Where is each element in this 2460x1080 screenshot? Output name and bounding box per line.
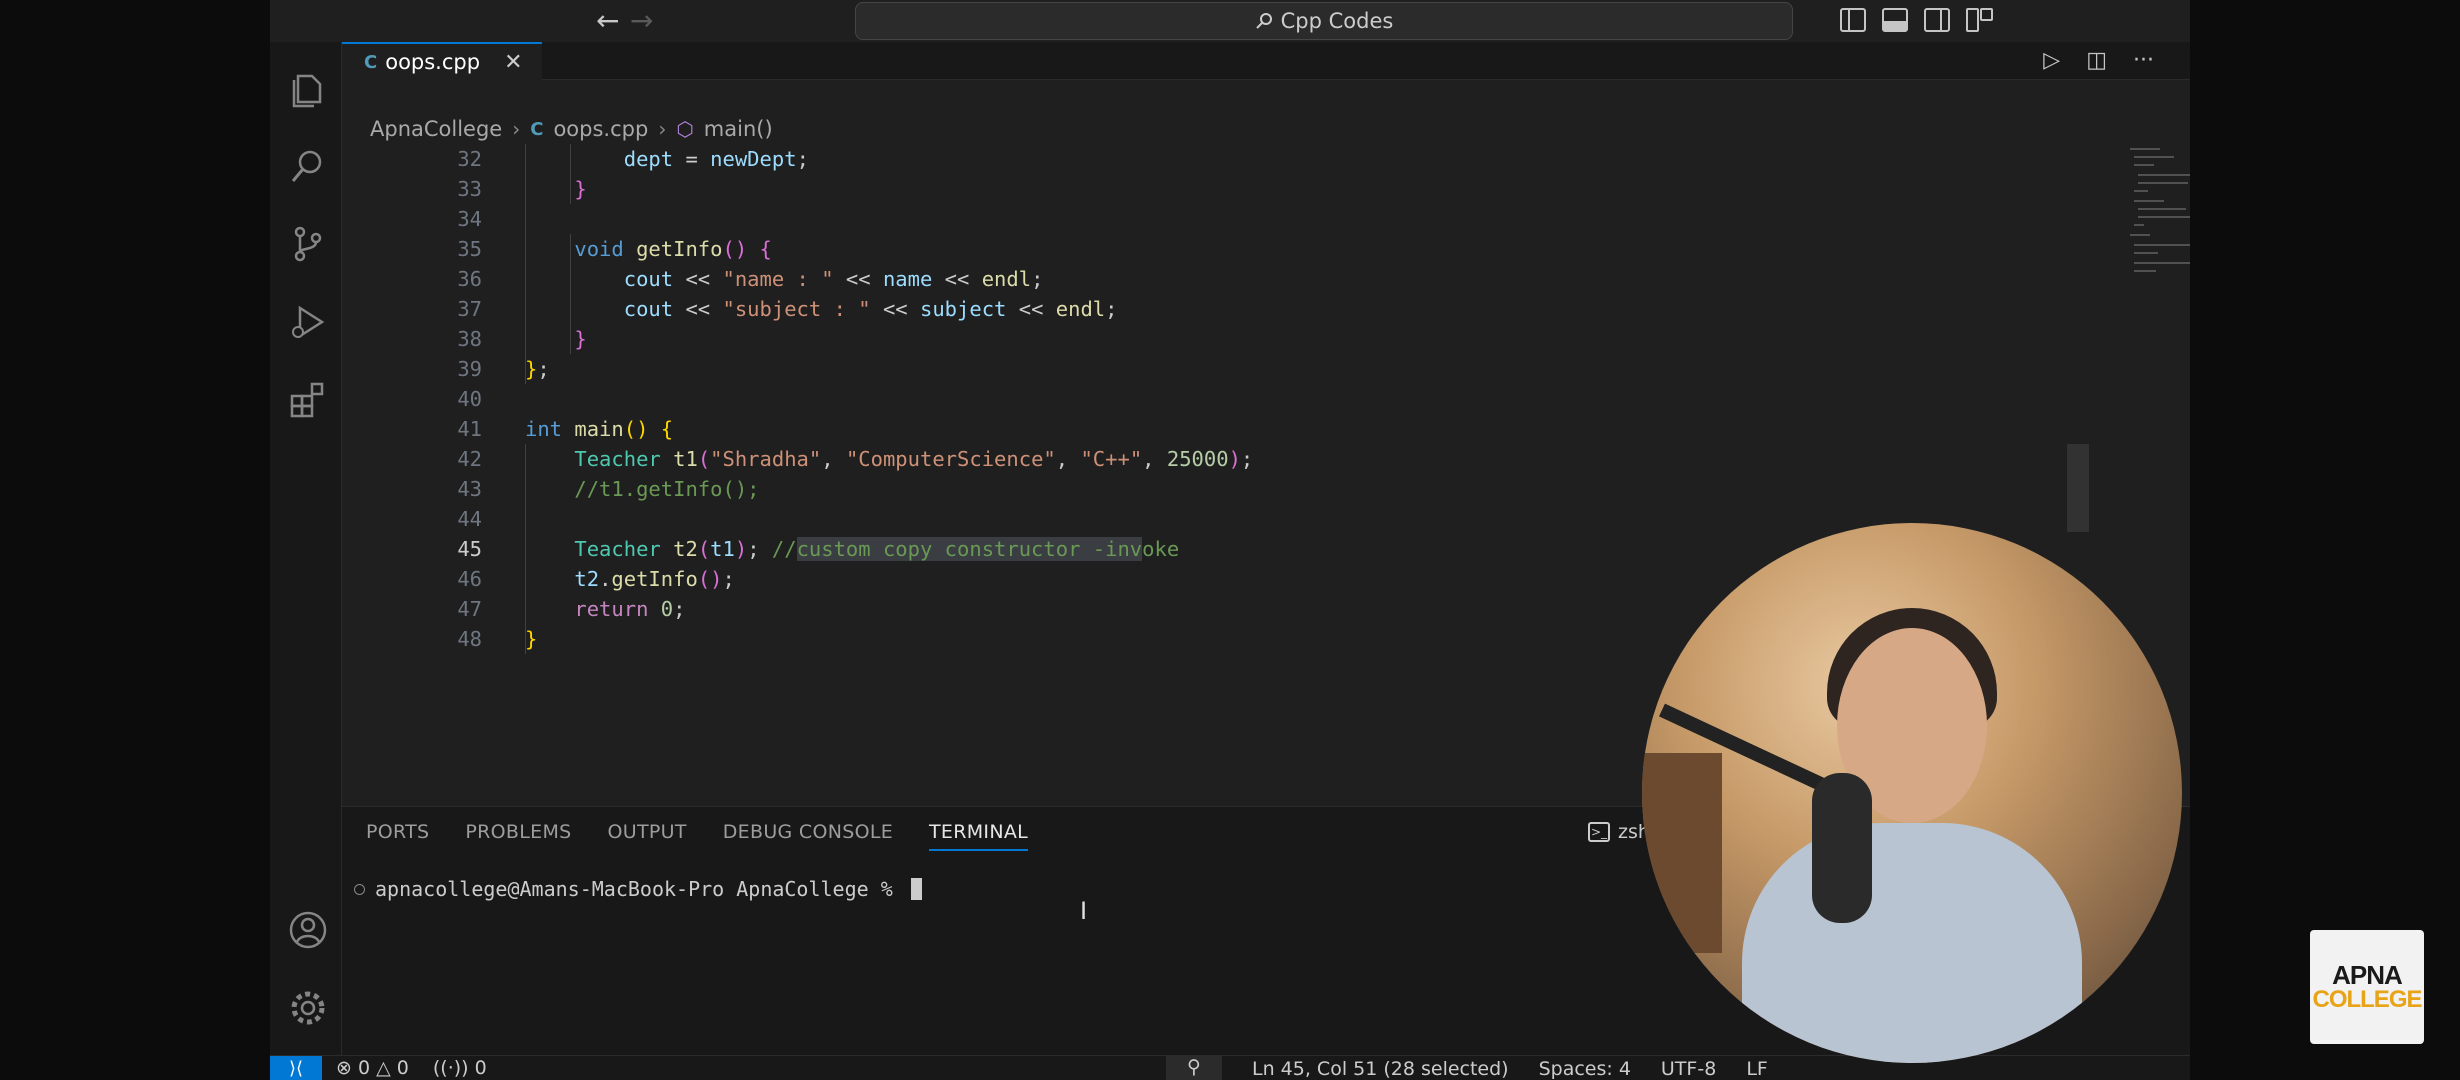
- mouse-ibeam-cursor-icon: I: [1080, 897, 1088, 925]
- tab-terminal[interactable]: TERMINAL: [929, 821, 1029, 851]
- title-bar: ← → Cpp Codes: [270, 0, 2190, 42]
- extensions-icon[interactable]: [288, 380, 328, 420]
- terminal-prompt-text: apnacollege@Amans-MacBook-Pro ApnaColleg…: [375, 877, 893, 901]
- code-line: 33 }: [457, 177, 587, 201]
- tab-label: oops.cpp: [385, 50, 481, 74]
- minimap[interactable]: [2130, 144, 2190, 284]
- customize-layout-icon[interactable]: [1966, 8, 1993, 32]
- warning-icon: △: [376, 1057, 391, 1079]
- broadcast-icon: ((·)): [432, 1057, 469, 1079]
- activity-bar: [270, 42, 342, 1055]
- apna-college-logo: APNA COLLEGE: [2310, 930, 2424, 1044]
- terminal-prompt[interactable]: apnacollege@Amans-MacBook-Pro ApnaColleg…: [354, 877, 922, 901]
- encoding-status[interactable]: UTF-8: [1661, 1058, 1716, 1080]
- command-center-search[interactable]: Cpp Codes: [855, 2, 1793, 40]
- code-line: 32 dept = newDept;: [457, 147, 809, 171]
- toggle-panel-icon[interactable]: [1882, 8, 1908, 32]
- run-icon[interactable]: ▷: [2043, 48, 2060, 73]
- back-arrow-icon[interactable]: ←: [596, 6, 619, 36]
- remote-indicator-icon[interactable]: ⟩⟨: [270, 1056, 322, 1080]
- terminal-cursor: [910, 878, 922, 900]
- account-icon[interactable]: [288, 910, 328, 950]
- forward-arrow-icon[interactable]: →: [630, 6, 653, 36]
- error-icon: ⊗: [336, 1057, 352, 1079]
- run-and-debug-icon[interactable]: [288, 302, 328, 342]
- explorer-icon[interactable]: [288, 68, 328, 108]
- search-icon: [1255, 13, 1272, 29]
- command-center-label: Cpp Codes: [1280, 9, 1394, 33]
- toggle-primary-sidebar-icon[interactable]: [1840, 8, 1866, 32]
- tab-ports[interactable]: PORTS: [366, 821, 429, 851]
- terminal-icon: >_: [1588, 822, 1610, 842]
- editor-tab-bar: C oops.cpp ✕ ▷ ◫ ···: [342, 42, 2190, 80]
- code-line: 44: [457, 507, 482, 531]
- code-line: 38 }: [457, 327, 587, 351]
- code-line: 35 void getInfo() {: [457, 237, 772, 261]
- tab-debug-console[interactable]: DEBUG CONSOLE: [723, 821, 893, 851]
- tab-output[interactable]: OUTPUT: [608, 821, 687, 851]
- video-letterbox-left: [0, 0, 270, 1080]
- breadcrumb-symbol[interactable]: main(): [704, 117, 773, 141]
- tab-oops-cpp[interactable]: C oops.cpp ✕: [342, 42, 542, 80]
- breadcrumb-file[interactable]: oops.cpp: [553, 117, 648, 141]
- ports-count: 0: [474, 1057, 487, 1079]
- error-count: 0: [357, 1057, 371, 1079]
- code-line: 43 //t1.getInfo();: [457, 477, 760, 501]
- editor-scrollbar[interactable]: [2067, 444, 2089, 532]
- cursor-position[interactable]: Ln 45, Col 51 (28 selected): [1252, 1058, 1509, 1080]
- command-decoration-icon: [354, 883, 365, 895]
- chevron-right-icon: ›: [658, 117, 667, 141]
- method-cube-icon: ⬡: [676, 117, 694, 141]
- toggle-secondary-sidebar-icon[interactable]: [1924, 8, 1950, 32]
- problems-status[interactable]: ⊗ 0 △ 0: [336, 1057, 409, 1079]
- settings-gear-icon[interactable]: [288, 988, 328, 1028]
- split-editor-icon[interactable]: ◫: [2086, 48, 2107, 73]
- cpp-file-icon: C: [530, 118, 544, 140]
- indentation-status[interactable]: Spaces: 4: [1539, 1058, 1631, 1080]
- warning-count: 0: [396, 1057, 409, 1079]
- more-actions-icon[interactable]: ···: [2133, 48, 2154, 73]
- code-line: 37 cout << "subject : " << subject << en…: [457, 297, 1118, 321]
- microphone-icon: [1812, 773, 1872, 923]
- breadcrumb: ApnaCollege › C oops.cpp › ⬡ main(): [370, 114, 773, 144]
- panel-tabs: PORTS PROBLEMS OUTPUT DEBUG CONSOLE TERM…: [366, 821, 1029, 851]
- code-line: 39};: [457, 357, 550, 381]
- zoom-icon[interactable]: ⚲: [1166, 1056, 1222, 1080]
- code-line: 36 cout << "name : " << name << endl;: [457, 267, 1044, 291]
- breadcrumb-folder[interactable]: ApnaCollege: [370, 117, 502, 141]
- source-control-icon[interactable]: [288, 224, 328, 264]
- code-line: 42 Teacher t1("Shradha", "ComputerScienc…: [457, 447, 1254, 471]
- code-line: 34: [457, 207, 482, 231]
- close-icon[interactable]: ✕: [504, 50, 522, 75]
- code-line: 41 int main() {: [457, 417, 674, 441]
- video-letterbox-right: [2190, 0, 2460, 1080]
- code-line: 40: [457, 387, 482, 411]
- cpp-file-icon: C: [364, 51, 378, 73]
- chevron-right-icon: ›: [512, 117, 521, 141]
- tab-problems[interactable]: PROBLEMS: [465, 821, 571, 851]
- ports-status[interactable]: ((·)) 0: [433, 1057, 487, 1079]
- presenter-webcam-overlay: [1642, 523, 2182, 1063]
- search-icon[interactable]: [288, 146, 328, 186]
